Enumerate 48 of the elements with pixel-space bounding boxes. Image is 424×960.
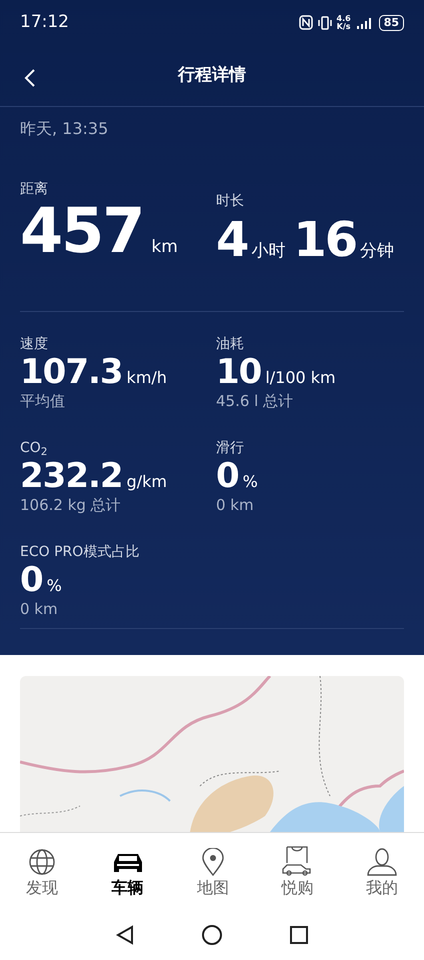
stat-note: 0 km [216,495,255,516]
stat-label: CO$_{2}$ [20,439,48,459]
network-speed-unit: K/s [336,22,351,30]
duration-label: 时长 [216,192,245,211]
distance-unit: km [151,236,178,259]
stat-value: 0 [216,459,239,493]
recents-nav-icon[interactable] [290,926,308,944]
trip-time: 昨天, 13:35 [19,118,110,140]
duration-hours: 4 [216,216,248,264]
home-nav-icon[interactable] [202,925,222,945]
person-icon [366,848,398,876]
battery-level: 85 [378,14,404,30]
nfc-icon [298,15,313,30]
globe-icon [28,848,56,876]
stat-unit: % [242,471,258,493]
stat-value: 232.2 [20,459,123,493]
stat-value: 10 [216,355,262,389]
page-title: 行程详情 [178,64,246,87]
minutes-unit: 分钟 [360,240,394,263]
stat-note: 平均值 [20,391,66,412]
stat-note: 45.6 l 总计 [216,391,294,412]
nav-tab[interactable]: 发现 [26,844,58,900]
distance-label: 距离 [20,180,49,199]
stat-value: 0 [20,563,43,597]
duration-minutes: 16 [293,216,356,264]
hours-unit: 小时 [251,240,286,263]
network-speed: 4.6 [336,14,351,22]
stat-label: 滑行 [216,439,245,458]
stat-label: ECO PRO模式占比 [20,543,140,562]
stat-unit: % [46,575,62,597]
stat-note: 106.2 kg 总计 [20,495,122,516]
map-pin-icon [200,848,225,876]
back-nav-icon[interactable] [116,925,134,945]
nav-tab[interactable]: 我的 [366,844,398,900]
nav-tab[interactable]: 地图 [196,844,229,900]
stat-label: 速度 [20,335,49,354]
shopping-bag-icon [281,846,314,876]
stat-note: 0 km [20,599,59,620]
stat-unit: g/km [126,471,167,493]
distance-value: 457 [20,200,144,262]
vibrate-icon [316,16,333,30]
nav-tab[interactable]: 车辆 [110,844,145,900]
status-time: 17:12 [20,10,69,34]
stat-label: 油耗 [216,335,245,354]
stat-unit: l/100 km [265,367,336,389]
stat-unit: km/h [126,367,167,389]
stat-value: 107.3 [20,355,123,389]
nav-tab[interactable]: 悦购 [281,844,314,900]
